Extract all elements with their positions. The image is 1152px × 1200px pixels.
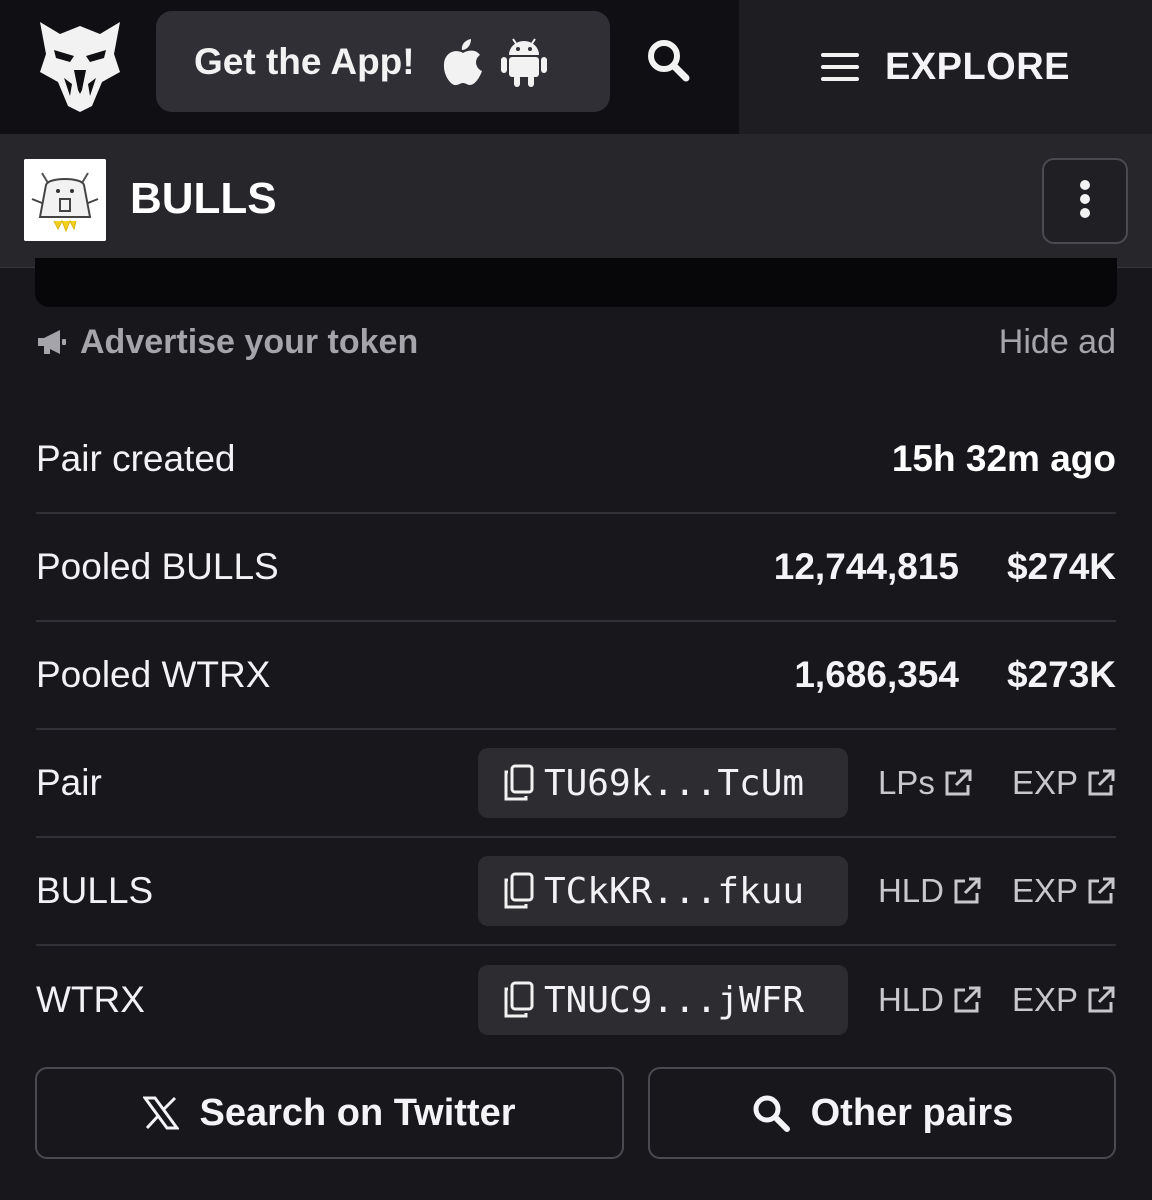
external-link-icon [1086, 876, 1116, 906]
base-token-explorer-label: EXP [1011, 872, 1078, 909]
hide-ad-link[interactable]: Hide ad [999, 322, 1116, 362]
other-pairs-button[interactable]: Other pairs [648, 1067, 1116, 1159]
base-token-address-row: BULLS TCkKR...fkuu HLD EXP [36, 838, 1116, 946]
base-token-holders-link[interactable]: HLD [878, 872, 982, 910]
pair-address-label: Pair [36, 762, 102, 803]
external-link-icon [952, 876, 982, 906]
ad-banner[interactable] [35, 258, 1117, 307]
quote-token-explorer-link[interactable]: EXP [1012, 981, 1116, 1019]
get-app-label: Get the App! [194, 40, 415, 82]
base-token-address-text: TCkKR...fkuu [543, 870, 805, 912]
pooled-quote-usd: $273K [1006, 654, 1116, 695]
apple-icon [441, 37, 485, 87]
quote-token-address-row: WTRX TNUC9...jWFR HLD EXP [36, 946, 1116, 1054]
base-token-explorer-link[interactable]: EXP [1012, 872, 1116, 910]
pair-created-row: Pair created 15h 32m ago [36, 406, 1116, 514]
pair-lps-link[interactable]: LPs [878, 764, 982, 802]
external-link-icon [943, 768, 973, 798]
top-navigation-bar: Get the App! EXPLORE [0, 0, 1152, 134]
more-options-button[interactable] [1042, 158, 1128, 244]
megaphone-icon [36, 328, 68, 356]
pooled-quote-amount: 1,686,354 [794, 654, 959, 695]
quote-token-holders-link[interactable]: HLD [878, 981, 982, 1019]
hamburger-menu-icon [820, 51, 859, 83]
copy-pair-address-button[interactable]: TU69k...TcUm [477, 748, 848, 818]
advertise-label: Advertise your token [80, 322, 419, 361]
explore-label: EXPLORE [884, 45, 1071, 88]
search-icon [645, 37, 691, 88]
token-header: BULLS [0, 134, 1152, 268]
pooled-base-amount: 12,744,815 [773, 546, 959, 587]
copy-icon [502, 872, 536, 910]
copy-icon [502, 981, 536, 1019]
pair-address-row: Pair TU69k...TcUm LPs EXP [36, 730, 1116, 838]
token-name: BULLS [130, 174, 277, 223]
pair-lps-label: LPs [877, 764, 935, 801]
quote-token-explorer-label: EXP [1011, 981, 1078, 1018]
search-on-twitter-button[interactable]: Search on Twitter [35, 1067, 624, 1159]
copy-quote-token-address-button[interactable]: TNUC9...jWFR [477, 965, 848, 1035]
search-on-twitter-label: Search on Twitter [199, 1091, 516, 1134]
token-avatar[interactable] [24, 159, 106, 241]
advertise-token-link[interactable]: Advertise your token [36, 322, 418, 362]
android-icon [500, 37, 547, 87]
pooled-quote-row: Pooled WTRX 1,686,354 $273K [36, 622, 1116, 730]
external-link-icon [1086, 768, 1116, 798]
search-button[interactable] [640, 34, 696, 90]
other-pairs-label: Other pairs [810, 1091, 1014, 1134]
pair-created-label: Pair created [36, 438, 236, 479]
pair-explorer-label: EXP [1011, 764, 1078, 801]
pair-explorer-link[interactable]: EXP [1012, 764, 1116, 802]
copy-base-token-address-button[interactable]: TCkKR...fkuu [477, 856, 848, 926]
x-logo-icon [143, 1096, 180, 1130]
pair-created-value: 15h 32m ago [891, 438, 1116, 479]
pooled-base-row: Pooled BULLS 12,744,815 $274K [36, 514, 1116, 622]
copy-icon [502, 764, 536, 802]
explore-menu-button[interactable]: EXPLORE [739, 0, 1152, 134]
external-link-icon [952, 985, 982, 1015]
eagle-logo-icon[interactable] [36, 20, 124, 112]
pooled-base-label: Pooled BULLS [36, 546, 279, 587]
search-icon [751, 1093, 791, 1133]
quote-token-label: WTRX [36, 979, 145, 1020]
get-the-app-button[interactable]: Get the App! [156, 11, 610, 112]
pair-address-text: TU69k...TcUm [543, 762, 805, 804]
pooled-quote-label: Pooled WTRX [36, 654, 271, 695]
base-token-holders-label: HLD [877, 872, 944, 909]
more-vertical-icon [1078, 179, 1092, 224]
quote-token-address-text: TNUC9...jWFR [543, 979, 805, 1021]
pooled-base-usd: $274K [1006, 546, 1116, 587]
base-token-label: BULLS [36, 870, 154, 911]
quote-token-holders-label: HLD [877, 981, 944, 1018]
external-link-icon [1086, 985, 1116, 1015]
